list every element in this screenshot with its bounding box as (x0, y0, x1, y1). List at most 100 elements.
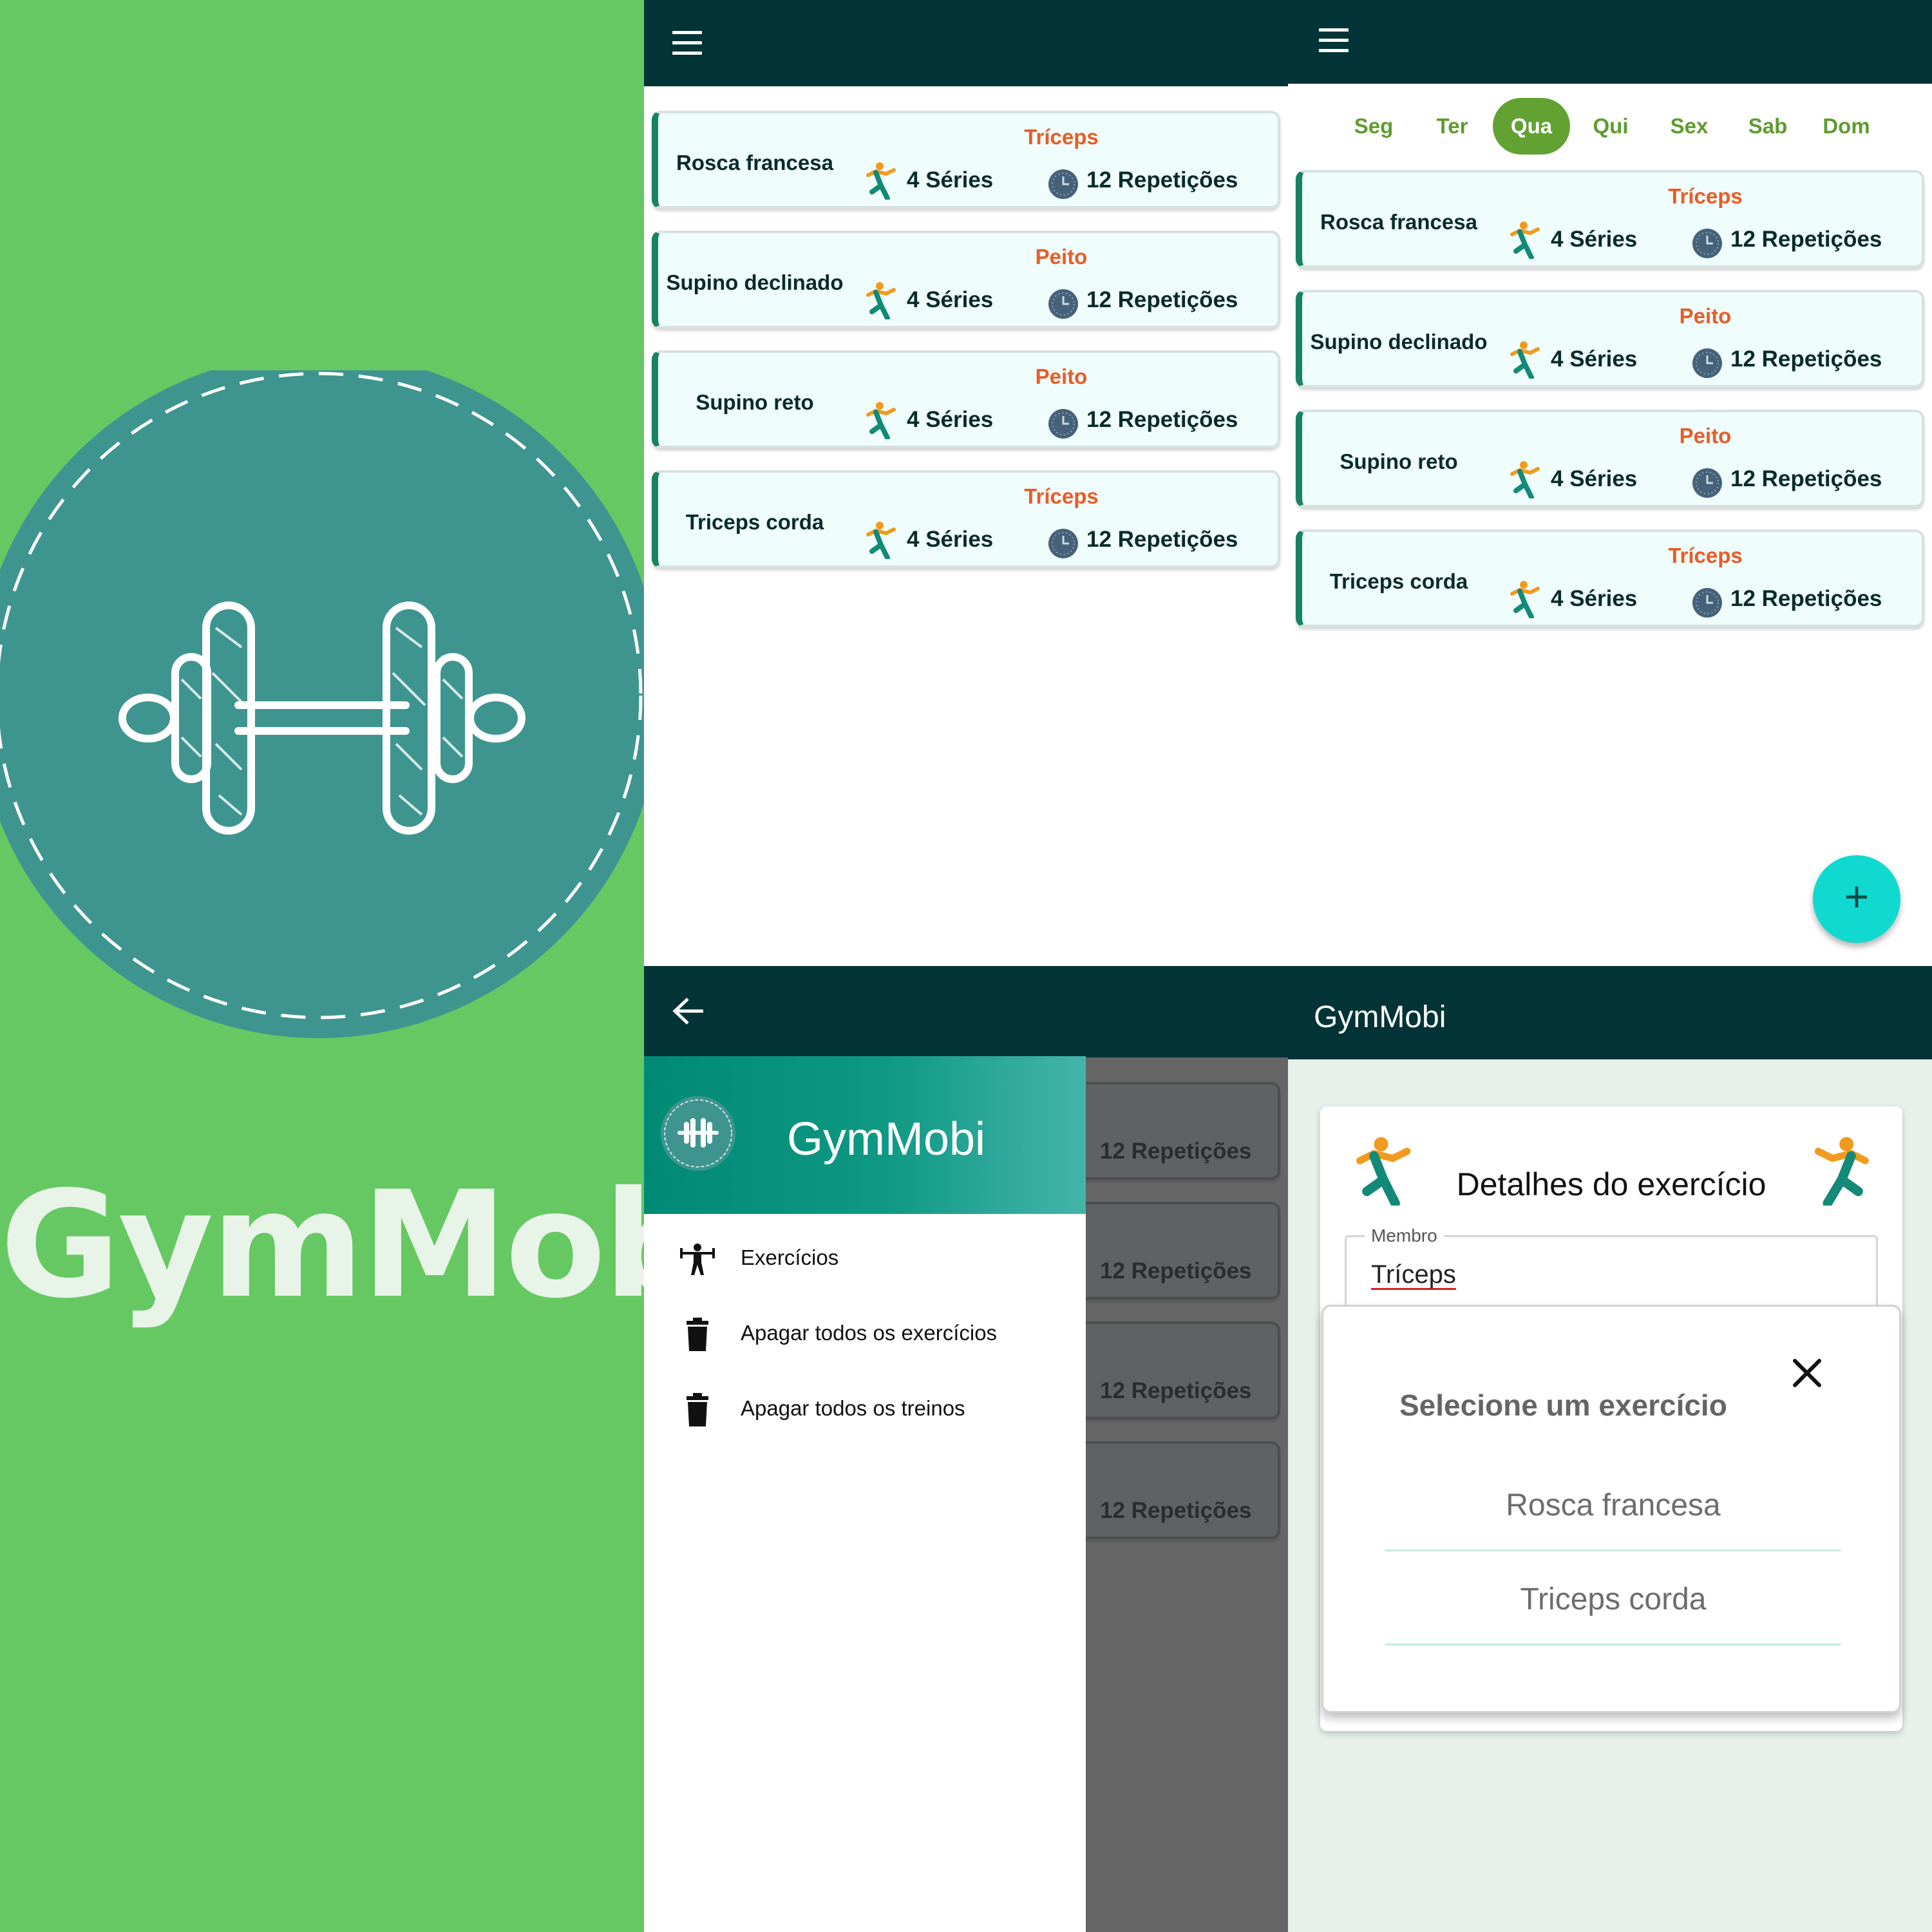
reps-count: 12 Repetições (1086, 287, 1238, 312)
series-count: 4 Séries (907, 167, 994, 193)
app-bar (644, 966, 1288, 1057)
reps-count: 12 Repetições (1100, 1498, 1252, 1523)
menu-item-delete-workouts[interactable]: Apagar todos os treinos (644, 1377, 1086, 1441)
exercise-name: Supino declinado (666, 270, 844, 294)
trash-icon (687, 1318, 708, 1351)
add-exercise-button[interactable]: + (1813, 855, 1900, 943)
arrow-back-icon[interactable] (671, 996, 706, 1027)
drawer-title: GymMobi (787, 1113, 986, 1165)
hamburger-menu-icon[interactable] (1319, 28, 1351, 54)
navigation-drawer: GymMobi Exercícios Apagar todos os exerc… (644, 1056, 1086, 1932)
promo-panel: GymMobi (0, 0, 644, 1932)
day-tab[interactable]: Dom (1808, 98, 1885, 155)
exercise-card[interactable]: Peito Supino reto 4 Séries 12 Repetições (652, 350, 1280, 448)
select-exercise-dialog: Selecione um exercício Rosca francesa Tr… (1321, 1305, 1901, 1713)
reps-count: 12 Repetições (1730, 346, 1882, 372)
menu-item-delete-exercises[interactable]: Apagar todos os exercícios (644, 1302, 1086, 1366)
app-title: GymMobi (1314, 1000, 1446, 1034)
hamburger-menu-icon[interactable] (672, 31, 705, 57)
exercise-card[interactable]: Tríceps Rosca francesa 4 Séries 12 Repetiçõ… (652, 111, 1280, 209)
runner-icon (866, 522, 896, 559)
exercise-card[interactable]: Tríceps Rosca francesa 4 Séries 12 Repetiçõ… (1296, 170, 1924, 268)
clock-icon (1692, 229, 1722, 258)
series-count: 4 Séries (1551, 586, 1638, 611)
menu-item-exercises[interactable]: Exercícios (644, 1226, 1086, 1291)
day-tab[interactable]: Sex (1651, 98, 1728, 155)
workout-list-screen: Tríceps Rosca francesa 4 Séries 12 Repetiçõ… (644, 0, 1288, 966)
clock-icon (1048, 529, 1078, 558)
series-count: 4 Séries (1551, 346, 1638, 372)
muscle-label: Tríceps (1024, 484, 1099, 508)
day-tab[interactable]: Sab (1729, 98, 1806, 155)
drawer-header: GymMobi (644, 1056, 1086, 1214)
reps-count: 12 Repetições (1100, 1378, 1252, 1403)
exercise-details-screen: GymMobi Detalhes do exercício Membro Trí… (1288, 966, 1932, 1932)
series-count: 4 Séries (1551, 466, 1638, 491)
app-bar (644, 0, 1288, 86)
runner-icon (1510, 581, 1540, 618)
series-count: 4 Séries (907, 527, 994, 552)
exercise-name: Triceps corda (685, 510, 824, 534)
app-logo (0, 370, 644, 1038)
exercise-card[interactable]: Peito Supino declinado 4 Séries 12 Repetiçõ… (1296, 290, 1924, 388)
close-icon[interactable] (1786, 1352, 1828, 1394)
exercise-card[interactable]: Tríceps Triceps corda 4 Séries 12 Repetiçõe… (1296, 529, 1924, 627)
series-count: 4 Séries (1551, 227, 1638, 252)
reps-count: 12 Repetições (1086, 407, 1238, 432)
runner-icon (1510, 461, 1540, 498)
muscle-label: Peito (1679, 304, 1732, 328)
day-tab[interactable]: Seg (1335, 98, 1412, 155)
muscle-label: Peito (1035, 245, 1088, 269)
runner-icon (866, 162, 896, 200)
muscle-label: Peito (1035, 365, 1088, 388)
muscle-label: Tríceps (1668, 184, 1743, 208)
runner-icon (1510, 341, 1540, 379)
day-tab[interactable]: Qui (1572, 98, 1649, 155)
day-tab[interactable]: Ter (1414, 98, 1491, 155)
muscle-label: Peito (1679, 424, 1732, 448)
weightlifter-icon (680, 1244, 715, 1275)
clock-icon (1692, 348, 1722, 378)
runner-icon (1510, 222, 1540, 259)
plus-icon: + (1844, 873, 1870, 920)
exercise-name: Supino declinado (1310, 330, 1488, 354)
reps-count: 12 Repetições (1730, 586, 1882, 611)
dialog-option[interactable]: Triceps corda (1385, 1554, 1841, 1645)
exercise-card[interactable]: Peito Supino declinado 4 Séries 12 Repetiçõ… (652, 231, 1280, 328)
app-logo-icon (661, 1096, 735, 1171)
runner-icon (1814, 1137, 1869, 1206)
promo-app-name: GymMobi (0, 1159, 644, 1331)
weekly-plan-screen: Seg Ter Qua Qui Sex Sab Dom Tríceps Rosca franc… (1288, 0, 1932, 966)
field-label: Membro (1365, 1226, 1444, 1246)
field-value: Tríceps (1371, 1260, 1456, 1289)
trash-icon (687, 1393, 708, 1426)
menu-item-label: Apagar todos os treinos (741, 1396, 965, 1420)
runner-icon (866, 402, 896, 439)
reps-count: 12 Repetições (1100, 1139, 1252, 1164)
series-count: 4 Séries (907, 287, 994, 312)
clock-icon (1692, 468, 1722, 498)
day-tab[interactable]: Qua (1493, 98, 1570, 155)
dialog-option[interactable]: Rosca francesa (1385, 1460, 1841, 1551)
clock-icon (1692, 588, 1722, 618)
clock-icon (1048, 289, 1078, 319)
app-bar (1288, 0, 1932, 84)
weekday-tabs: Seg Ter Qua Qui Sex Sab Dom (1288, 98, 1932, 156)
exercise-card[interactable]: Peito Supino reto 4 Séries 12 Repetições (1296, 410, 1924, 507)
clock-icon (1048, 169, 1078, 199)
exercise-name: Supino reto (696, 390, 814, 414)
reps-count: 12 Repetições (1086, 527, 1238, 552)
exercise-name: Rosca francesa (1320, 210, 1477, 234)
menu-item-label: Exercícios (741, 1245, 839, 1269)
reps-count: 12 Repetições (1730, 227, 1882, 252)
muscle-label: Tríceps (1668, 544, 1743, 567)
clock-icon (1048, 409, 1078, 439)
exercise-card[interactable]: Tríceps Triceps corda 4 Séries 12 Repetiçõe… (652, 470, 1280, 568)
exercise-name: Rosca francesa (676, 151, 833, 175)
reps-count: 12 Repetições (1086, 167, 1238, 193)
reps-count: 12 Repetições (1730, 466, 1882, 491)
app-bar: GymMobi (1288, 966, 1932, 1059)
menu-item-label: Apagar todos os exercícios (741, 1321, 998, 1345)
reps-count: 12 Repetições (1100, 1258, 1252, 1283)
series-count: 4 Séries (907, 407, 994, 432)
